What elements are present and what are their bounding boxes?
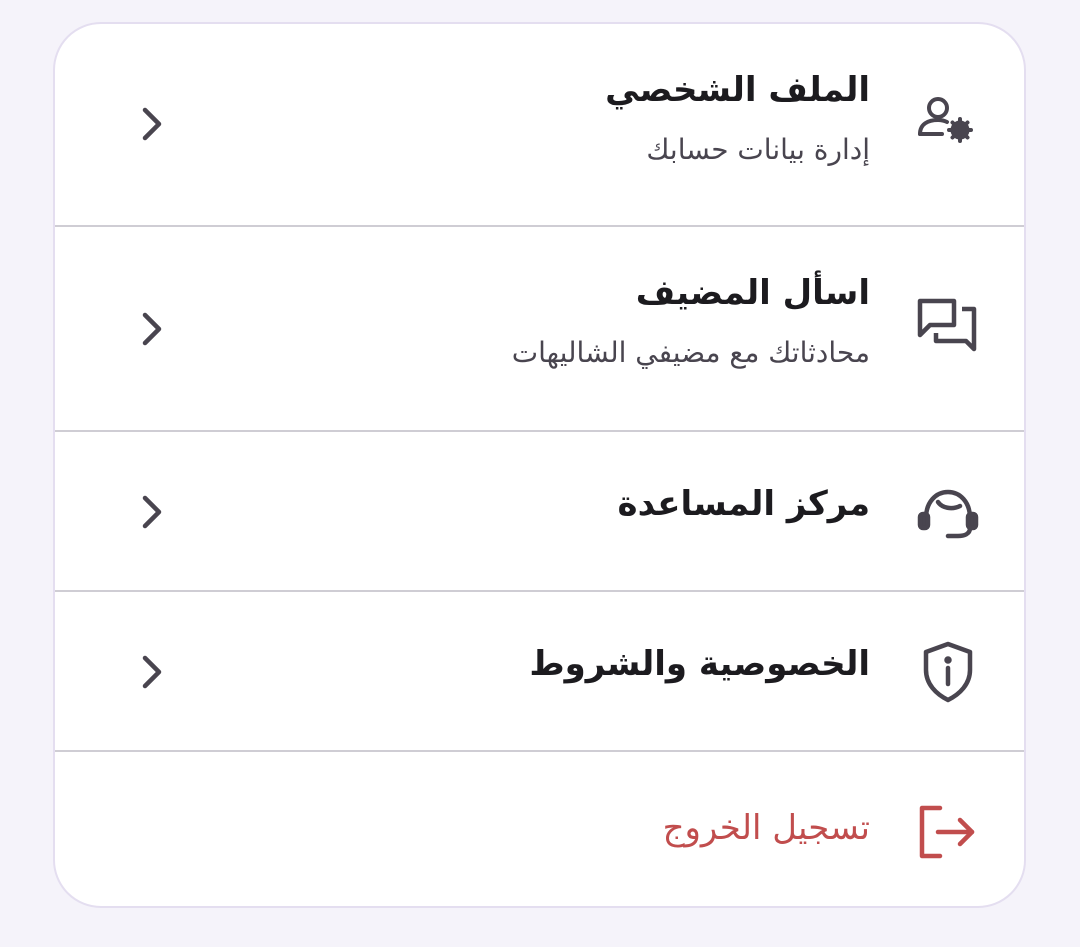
headset-icon (916, 480, 980, 544)
chevron-left-icon (137, 652, 167, 692)
chevron-left-icon (137, 492, 167, 532)
menu-item-title: اسأل المضيف (635, 273, 870, 313)
chat-bubbles-icon (916, 295, 980, 359)
menu-item-title: الخصوصية والشروط (529, 644, 870, 684)
menu-item-title: مركز المساعدة (617, 484, 870, 524)
logout-label: تسجيل الخروج (662, 808, 870, 848)
menu-item-help-center[interactable]: مركز المساعدة (55, 432, 1024, 590)
menu-item-profile[interactable]: الملف الشخصي إدارة بيانات حسابك (55, 24, 1024, 226)
menu-item-ask-host[interactable]: اسأل المضيف محادثاتك مع مضيفي الشاليهات (55, 227, 1024, 431)
chevron-left-icon (137, 309, 167, 349)
settings-menu-card: الملف الشخصي إدارة بيانات حسابك اسأل الم… (53, 22, 1026, 908)
menu-item-privacy-terms[interactable]: الخصوصية والشروط (55, 592, 1024, 750)
menu-item-title: الملف الشخصي (605, 70, 870, 110)
shield-info-icon (916, 640, 980, 704)
user-gear-icon (916, 90, 980, 154)
logout-icon (916, 800, 980, 864)
menu-item-subtitle: إدارة بيانات حسابك (646, 132, 870, 166)
chevron-left-icon (137, 104, 167, 144)
logout-button[interactable]: تسجيل الخروج (55, 752, 1024, 906)
menu-item-subtitle: محادثاتك مع مضيفي الشاليهات (511, 335, 870, 369)
